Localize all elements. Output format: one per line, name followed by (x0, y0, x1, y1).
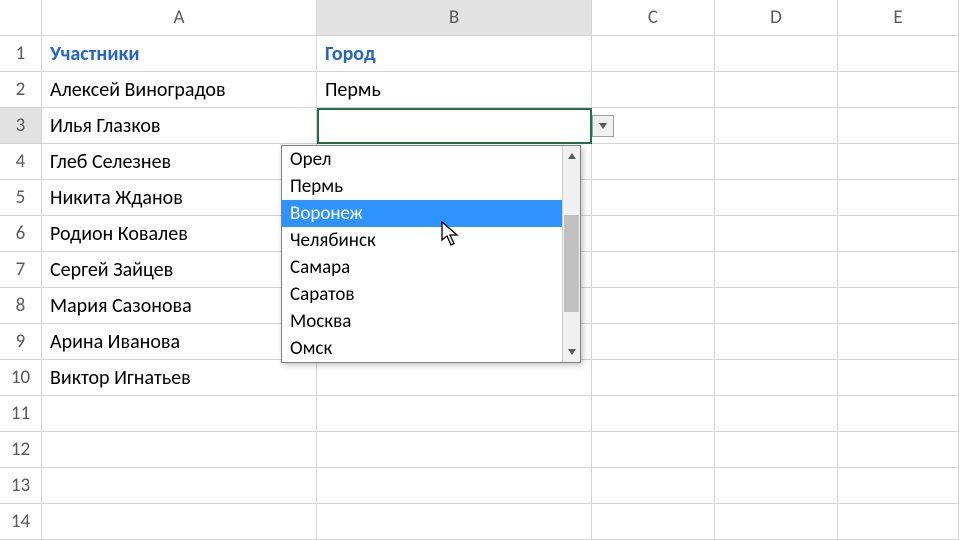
cell-E2[interactable] (838, 72, 959, 108)
cell-C8[interactable] (592, 288, 715, 324)
cell-D5[interactable] (715, 180, 838, 216)
cell-A5[interactable]: Никита Жданов (42, 180, 317, 216)
row-header-2[interactable]: 2 (0, 72, 42, 108)
cell-D12[interactable] (715, 432, 838, 468)
cell-A2[interactable]: Алексей Виноградов (42, 72, 317, 108)
cell-A8[interactable]: Мария Сазонова (42, 288, 317, 324)
column-header-C[interactable]: C (592, 0, 715, 36)
cell-C14[interactable] (592, 504, 715, 540)
cell-B11[interactable] (317, 396, 592, 432)
dropdown-item[interactable]: Орел (282, 146, 580, 173)
column-header-D[interactable]: D (715, 0, 838, 36)
cell-E10[interactable] (838, 360, 959, 396)
cell-E8[interactable] (838, 288, 959, 324)
cell-C11[interactable] (592, 396, 715, 432)
cell-E7[interactable] (838, 252, 959, 288)
cell-A9[interactable]: Арина Иванова (42, 324, 317, 360)
cell-D11[interactable] (715, 396, 838, 432)
cell-B2[interactable]: Пермь (317, 72, 592, 108)
cell-E9[interactable] (838, 324, 959, 360)
cell-B10[interactable] (317, 360, 592, 396)
cell-E1[interactable] (838, 36, 959, 72)
row-header-13[interactable]: 13 (0, 468, 42, 504)
cell-C12[interactable] (592, 432, 715, 468)
cell-C2[interactable] (592, 72, 715, 108)
cell-A7[interactable]: Сергей Зайцев (42, 252, 317, 288)
cell-E14[interactable] (838, 504, 959, 540)
row-header-11[interactable]: 11 (0, 396, 42, 432)
cell-B13[interactable] (317, 468, 592, 504)
cell-C4[interactable] (592, 144, 715, 180)
cell-D13[interactable] (715, 468, 838, 504)
cell-B12[interactable] (317, 432, 592, 468)
dropdown-item[interactable]: Воронеж (282, 200, 580, 227)
cell-D2[interactable] (715, 72, 838, 108)
cell-D6[interactable] (715, 216, 838, 252)
scroll-down-button[interactable] (563, 342, 580, 362)
cell-D1[interactable] (715, 36, 838, 72)
cell-C13[interactable] (592, 468, 715, 504)
cell-A11[interactable] (42, 396, 317, 432)
cell-A13[interactable] (42, 468, 317, 504)
cell-E6[interactable] (838, 216, 959, 252)
column-header-B[interactable]: B (317, 0, 592, 36)
row-header-7[interactable]: 7 (0, 252, 42, 288)
dropdown-item[interactable]: Самара (282, 254, 580, 281)
cell-E4[interactable] (838, 144, 959, 180)
cell-A14[interactable] (42, 504, 317, 540)
scroll-up-button[interactable] (563, 146, 580, 166)
cell-D8[interactable] (715, 288, 838, 324)
cell-E13[interactable] (838, 468, 959, 504)
column-header-A[interactable]: A (42, 0, 317, 36)
cell-A4[interactable]: Глеб Селезнев (42, 144, 317, 180)
cell-D9[interactable] (715, 324, 838, 360)
cell-A10[interactable]: Виктор Игнатьев (42, 360, 317, 396)
row-header-10[interactable]: 10 (0, 360, 42, 396)
cell-C5[interactable] (592, 180, 715, 216)
row-header-4[interactable]: 4 (0, 144, 42, 180)
cell-C10[interactable] (592, 360, 715, 396)
dropdown-item[interactable]: Саратов (282, 281, 580, 308)
cell-C7[interactable] (592, 252, 715, 288)
dropdown-item[interactable]: Пермь (282, 173, 580, 200)
cell-C9[interactable] (592, 324, 715, 360)
cell-E12[interactable] (838, 432, 959, 468)
cell-B14[interactable] (317, 504, 592, 540)
data-validation-dropdown[interactable]: ОрелПермьВоронежЧелябинскСамараСаратовМо… (281, 145, 581, 363)
cell-D10[interactable] (715, 360, 838, 396)
dropdown-item[interactable]: Омск (282, 335, 580, 362)
cell-A1[interactable]: Участники (42, 36, 317, 72)
cell-D3[interactable] (715, 108, 838, 144)
column-header-E[interactable]: E (838, 0, 959, 36)
scroll-thumb[interactable] (564, 215, 579, 312)
cell-B1[interactable]: Город (317, 36, 592, 72)
row-header-3[interactable]: 3 (0, 108, 42, 144)
cell-B3[interactable] (317, 108, 592, 144)
row-header-6[interactable]: 6 (0, 216, 42, 252)
row-header-8[interactable]: 8 (0, 288, 42, 324)
scroll-track[interactable] (563, 166, 580, 342)
row-header-5[interactable]: 5 (0, 180, 42, 216)
row-header-9[interactable]: 9 (0, 324, 42, 360)
row-header-14[interactable]: 14 (0, 504, 42, 540)
cell-A6[interactable]: Родион Ковалев (42, 216, 317, 252)
dropdown-toggle-button[interactable] (592, 115, 614, 137)
cell-D4[interactable] (715, 144, 838, 180)
cell-E3[interactable] (838, 108, 959, 144)
row-header-1[interactable]: 1 (0, 36, 42, 72)
dropdown-item[interactable]: Челябинск (282, 227, 580, 254)
cell-D14[interactable] (715, 504, 838, 540)
cell-D7[interactable] (715, 252, 838, 288)
cell-A12[interactable] (42, 432, 317, 468)
dropdown-scrollbar[interactable] (562, 146, 580, 362)
cell-E11[interactable] (838, 396, 959, 432)
cell-C6[interactable] (592, 216, 715, 252)
cell-A3[interactable]: Илья Глазков (42, 108, 317, 144)
select-all-corner[interactable] (0, 0, 42, 36)
dropdown-item[interactable]: Москва (282, 308, 580, 335)
cell-C1[interactable] (592, 36, 715, 72)
cell-E5[interactable] (838, 180, 959, 216)
row-header-12[interactable]: 12 (0, 432, 42, 468)
